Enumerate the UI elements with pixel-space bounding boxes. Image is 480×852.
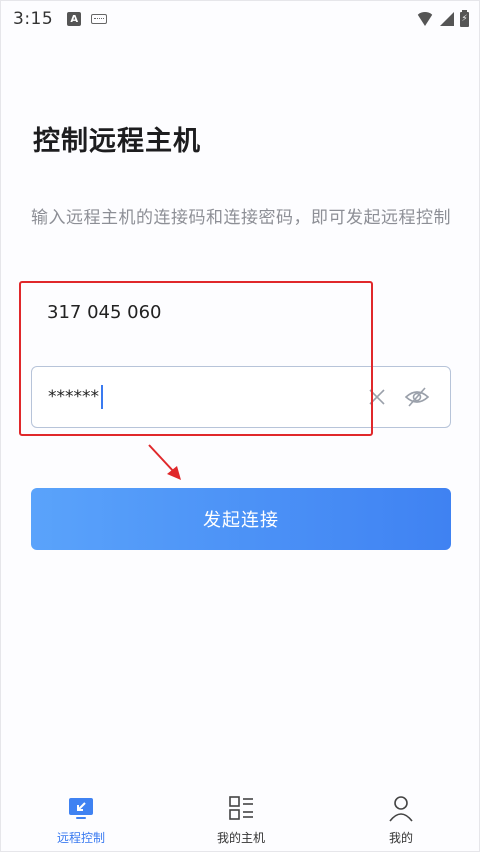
text-cursor [101,385,103,409]
connection-code-value: 317 045 060 [47,301,162,323]
battery-charging-icon [460,9,469,27]
app-notification-icon: A [67,12,82,26]
tab-profile[interactable]: 我的 [321,783,480,852]
host-list-icon [229,796,253,820]
profile-icon [389,796,413,822]
eye-hidden-icon[interactable] [404,385,430,409]
keyboard-icon [91,14,108,24]
status-bar: 3:15 A [1,1,480,37]
connection-code-input[interactable]: 317 045 060 [31,287,451,337]
connect-button[interactable]: 发起连接 [31,488,451,550]
annotation-arrow-icon [148,444,181,480]
tab-my-hosts[interactable]: 我的主机 [161,783,321,852]
page-description: 输入远程主机的连接码和连接密码，即可发起远程控制 [31,208,451,228]
tab-label: 我的主机 [216,831,265,845]
status-time: 3:15 [13,9,54,29]
remote-control-icon [69,798,93,819]
clear-icon[interactable] [366,386,388,408]
app-screen: 3:15 A 控制远程主机 输入远程主机的连接码和连接密码，即可发起远程控制 3… [0,0,480,852]
wifi-icon [416,12,434,26]
cell-signal-icon [440,12,454,26]
status-icons [416,9,469,27]
tab-label: 我的 [388,831,413,845]
tab-remote-control[interactable]: 远程控制 [1,783,161,852]
page-title: 控制远程主机 [33,126,201,157]
bottom-tab-bar: 远程控制 我的主机 我的 [1,783,480,852]
password-value: ****** [48,387,99,407]
password-input[interactable]: ****** [31,366,451,428]
tab-label: 远程控制 [56,831,105,845]
